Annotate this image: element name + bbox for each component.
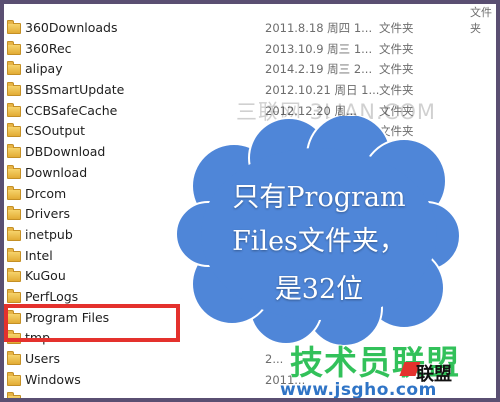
file-type: 文件夹	[379, 21, 414, 35]
folder-icon	[7, 144, 21, 159]
folder-icon	[7, 123, 21, 138]
folder-icon	[7, 351, 21, 365]
folder-icon	[7, 392, 21, 398]
folder-icon	[7, 371, 21, 386]
file-name: inetpub	[25, 226, 73, 242]
file-name: CCBSafeCache	[25, 102, 118, 118]
site-logo-url: www.jsgho.com	[280, 380, 437, 398]
folder-icon	[7, 185, 21, 200]
file-date: 2014.2.19 周三 2...	[265, 62, 373, 77]
file-name: Drivers	[25, 206, 70, 222]
file-explorer-window: 文件夹 360Downloads 2011.8.18 周四 1... 文件夹 360R…	[4, 4, 496, 398]
file-date: 2011.8.18 周四 1...	[265, 21, 373, 35]
annotation-line-2: Files文件夹，	[232, 226, 406, 257]
folder-icon	[7, 247, 21, 262]
folder-icon	[7, 20, 21, 34]
annotation-line-3: 是32位	[274, 274, 364, 305]
file-name: Windows	[25, 371, 81, 387]
file-name: 360Downloads	[25, 20, 118, 35]
file-name: Users	[25, 351, 61, 366]
file-name: CSOutput	[25, 123, 86, 139]
folder-icon	[7, 102, 21, 117]
file-type: 文件夹	[379, 41, 414, 56]
file-date: 2...	[265, 352, 284, 366]
file-row[interactable]: 360Rec 2013.10.9 周三 1... 文件夹	[4, 39, 496, 60]
folder-icon	[7, 61, 21, 76]
file-name: Download	[25, 164, 88, 180]
folder-icon	[7, 164, 21, 179]
file-name: 360Rec	[25, 40, 72, 56]
folder-icon	[7, 268, 21, 283]
file-name: DBDownload	[25, 144, 106, 160]
file-row[interactable]: 360Downloads 2011.8.18 周四 1... 文件夹	[4, 18, 496, 39]
folder-icon	[7, 82, 21, 97]
folder-icon	[7, 40, 21, 55]
file-type: 文件夹	[379, 62, 414, 77]
annotation-line-1: 只有Program	[232, 182, 406, 213]
folder-icon	[7, 288, 21, 303]
file-date: 2013.10.9 周三 1...	[265, 41, 373, 56]
folder-icon	[7, 226, 21, 241]
file-name: Intel	[25, 247, 53, 263]
file-name: alipay	[25, 61, 63, 77]
file-name: Drcom	[25, 185, 67, 201]
program-files-highlight-box	[4, 304, 180, 342]
file-row[interactable]: alipay 2014.2.19 周三 2... 文件夹	[4, 59, 496, 80]
file-name: KuGou	[25, 268, 66, 284]
folder-icon	[7, 206, 21, 221]
file-name: BSSmartUpdate	[25, 82, 125, 98]
